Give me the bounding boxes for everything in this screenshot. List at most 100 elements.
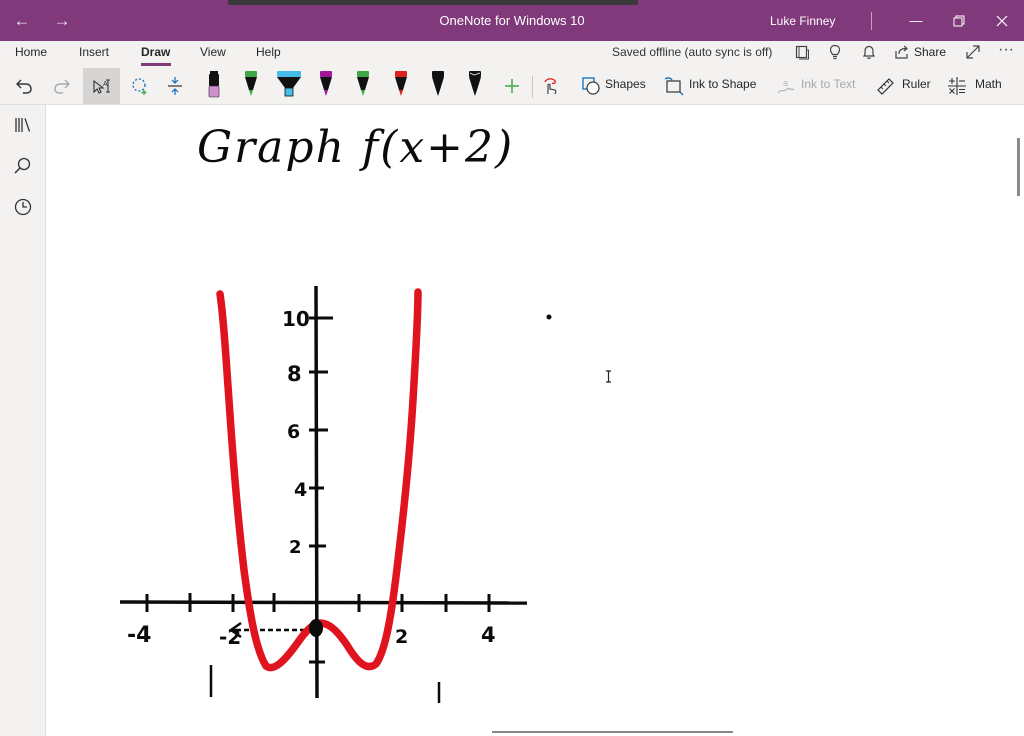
back-icon[interactable]: ← xyxy=(2,0,42,41)
toolbar-separator xyxy=(532,76,533,98)
vertical-scrollbar[interactable] xyxy=(1017,138,1020,196)
ink-to-shape-icon xyxy=(664,77,684,96)
ink-replay-tool[interactable] xyxy=(535,68,567,104)
cursor-text-icon: A xyxy=(92,79,110,94)
tab-view[interactable]: View xyxy=(200,45,226,59)
y-axis-ticks xyxy=(309,316,333,664)
horizontal-scrollbar[interactable] xyxy=(492,731,733,733)
text-cursor-icon xyxy=(606,370,611,383)
search-icon xyxy=(14,157,31,174)
y-tick-label: 6 xyxy=(287,421,300,443)
restore-button[interactable] xyxy=(937,0,981,41)
redo-button[interactable] xyxy=(46,68,78,104)
lightbulb-icon xyxy=(829,44,841,60)
expand-icon xyxy=(966,45,980,59)
ink-to-text-icon: a xyxy=(777,78,795,94)
x-tick-label: -2 xyxy=(219,625,241,649)
ruler-button[interactable]: Ruler xyxy=(902,77,931,91)
close-button[interactable] xyxy=(980,0,1024,41)
green-pen-tool[interactable] xyxy=(235,68,267,104)
full-page-view-button[interactable] xyxy=(961,40,985,64)
math-button[interactable]: Math xyxy=(975,77,1002,91)
add-pen-button[interactable] xyxy=(496,68,528,104)
black-pen-2-tool[interactable] xyxy=(459,68,491,104)
pen-icon xyxy=(469,71,481,96)
y-tick-label: 10 xyxy=(282,307,310,331)
share-icon xyxy=(895,45,908,59)
taskbar-strip xyxy=(228,0,638,5)
forward-icon[interactable]: → xyxy=(42,0,82,41)
y-tick-label: 8 xyxy=(287,362,302,386)
highlighter-tool[interactable] xyxy=(272,68,306,104)
green-pen-2-tool[interactable] xyxy=(347,68,379,104)
sync-notebook-icon xyxy=(795,45,809,60)
tell-me-icon[interactable] xyxy=(823,40,847,64)
red-pen-tool[interactable] xyxy=(385,68,417,104)
tab-insert[interactable]: Insert xyxy=(79,45,109,59)
ink-to-text-button[interactable]: Ink to Text xyxy=(801,77,855,91)
share-button[interactable]: Share xyxy=(894,42,946,62)
shapes-button[interactable]: Shapes xyxy=(605,77,646,91)
sync-status: Saved offline (auto sync is off) xyxy=(612,45,773,59)
pen-icon xyxy=(245,71,257,96)
user-name[interactable]: Luke Finney xyxy=(770,14,835,28)
undo-button[interactable] xyxy=(8,68,40,104)
x-tick-label: 2 xyxy=(395,626,408,648)
title-separator xyxy=(871,12,872,30)
search-button[interactable] xyxy=(11,154,35,178)
restore-icon xyxy=(953,15,965,26)
tab-draw[interactable]: Draw xyxy=(141,45,170,59)
close-icon xyxy=(996,15,1008,26)
add-space-tool[interactable] xyxy=(159,68,191,104)
clock-icon xyxy=(14,198,32,216)
ruler-icon-button[interactable] xyxy=(869,68,901,104)
page-canvas[interactable]: Graph f(x+2) 10 8 6 4 2 -4 -2 2 4 xyxy=(47,105,1017,736)
undo-icon xyxy=(16,79,32,94)
type-select-tool[interactable]: A xyxy=(83,68,120,104)
bell-icon xyxy=(862,45,876,59)
ink-to-shape-button[interactable]: Ink to Shape xyxy=(689,77,756,91)
notebooks-button[interactable] xyxy=(11,113,35,137)
y-tick-label: 4 xyxy=(294,479,307,501)
x-tick-label: 4 xyxy=(481,623,496,647)
pen-icon xyxy=(320,71,332,96)
ink-point xyxy=(309,619,323,637)
x-tick-label: -4 xyxy=(127,623,151,648)
ruler-icon xyxy=(877,78,894,95)
tab-home[interactable]: Home xyxy=(15,45,47,59)
recent-notes-button[interactable] xyxy=(11,195,35,219)
lasso-icon xyxy=(132,78,147,95)
navigation-rail xyxy=(0,105,46,736)
shapes-icon-button[interactable] xyxy=(575,68,607,104)
title-bar: ← → OneNote for Windows 10 Luke Finney — xyxy=(0,0,1024,41)
more-options-icon[interactable]: ··· xyxy=(994,38,1018,62)
draw-toolbar: A Shapes Ink to Shape a Ink to Text Rule… xyxy=(0,68,1024,105)
shapes-icon xyxy=(582,77,600,95)
touch-draw-icon xyxy=(544,78,557,95)
pencil-icon xyxy=(208,71,220,98)
notebook-sync-icon[interactable] xyxy=(790,40,814,64)
active-tab-indicator xyxy=(141,63,171,66)
pen-icon xyxy=(395,71,407,96)
math-icon xyxy=(948,77,966,95)
math-icon-button[interactable] xyxy=(941,68,973,104)
purple-pen-tool[interactable] xyxy=(310,68,342,104)
ink-heading: Graph f(x+2) xyxy=(197,122,514,173)
minimize-button[interactable]: — xyxy=(894,0,938,41)
tab-help[interactable]: Help xyxy=(256,45,281,59)
add-space-icon xyxy=(168,77,182,95)
svg-text:a: a xyxy=(783,78,788,88)
pen-icon xyxy=(357,71,369,96)
pen-icon xyxy=(432,71,444,96)
notifications-button[interactable] xyxy=(857,40,881,64)
ink-to-text-icon-button[interactable]: a xyxy=(770,68,802,104)
plus-icon xyxy=(505,79,519,93)
black-pen-tool[interactable] xyxy=(422,68,454,104)
pencil-tool[interactable] xyxy=(198,68,230,104)
lasso-select-tool[interactable] xyxy=(124,68,156,104)
share-label: Share xyxy=(914,45,947,59)
ink-dot xyxy=(546,314,552,320)
redo-icon xyxy=(54,79,70,94)
x-axis xyxy=(119,600,528,605)
ink-to-shape-icon-button[interactable] xyxy=(658,68,690,104)
